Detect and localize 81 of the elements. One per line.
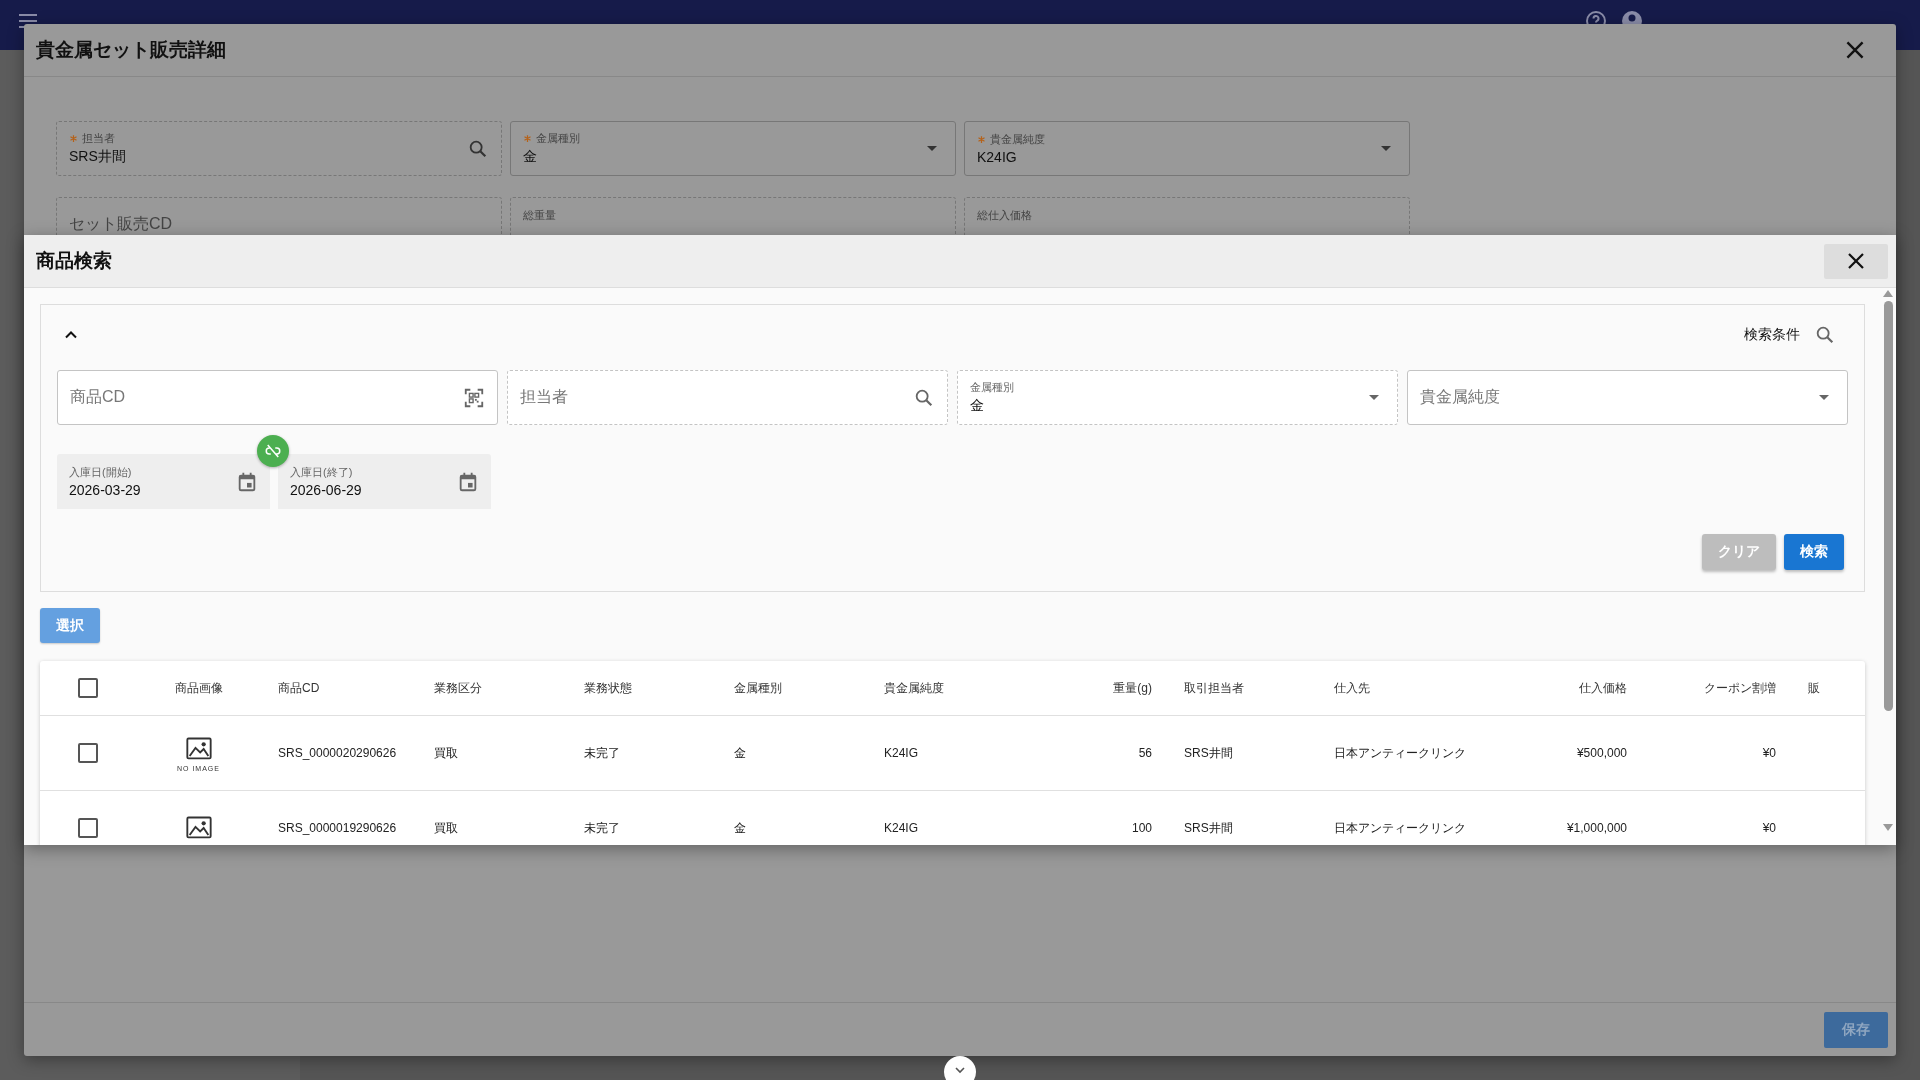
dialog-title: 商品検索 xyxy=(36,249,112,273)
select-field[interactable]: 金属種別 金 xyxy=(510,121,956,176)
table-cell: 100 xyxy=(1131,821,1152,835)
table-cell: 未完了 xyxy=(584,819,620,837)
column-header[interactable]: 業務状態 xyxy=(584,679,632,697)
table-cell: 金 xyxy=(734,819,746,837)
checkbox[interactable] xyxy=(77,743,98,763)
field-label: 金属種別 xyxy=(523,131,580,146)
checkbox[interactable] xyxy=(77,818,98,838)
search-icon[interactable] xyxy=(1814,324,1836,346)
broken-link-icon xyxy=(264,442,282,460)
field-label: 入庫日(終了) xyxy=(290,465,353,480)
field-value: 金 xyxy=(523,148,537,166)
dropdown-caret-icon xyxy=(1369,395,1379,400)
field-value: 2026-06-29 xyxy=(290,482,362,498)
field-value: K24IG xyxy=(977,149,1017,165)
table-cell: ¥0 xyxy=(1762,821,1776,835)
table-cell: 日本アンティークリンク xyxy=(1334,819,1466,837)
table-cell: 買取 xyxy=(434,744,458,762)
column-header[interactable]: 業務区分 xyxy=(434,679,482,697)
select-field[interactable]: 貴金属純度 xyxy=(1407,370,1848,425)
table-cell: K24IG xyxy=(884,746,919,760)
column-header[interactable]: 仕入価格 xyxy=(1579,679,1627,697)
column-header[interactable]: クーポン割増 xyxy=(1704,679,1776,697)
required-icon xyxy=(977,135,986,144)
table-cell: SRS_0000019290626 xyxy=(278,821,397,835)
column-header[interactable]: 重量(g) xyxy=(1113,679,1152,697)
required-icon xyxy=(69,134,78,143)
column-header[interactable]: 販 xyxy=(1808,679,1820,697)
calendar-icon[interactable] xyxy=(236,470,258,493)
column-header[interactable]: 取引担当者 xyxy=(1184,679,1244,697)
field-label: 金属種別 xyxy=(970,380,1014,395)
table-cell: K24IG xyxy=(884,821,919,835)
table-cell: 買取 xyxy=(434,819,458,837)
table-cell: ¥1,000,000 xyxy=(1566,821,1627,835)
panel-heading: 検索条件 xyxy=(1744,326,1800,344)
date-field[interactable]: 入庫日(開始) 2026-03-29 xyxy=(57,454,270,509)
dropdown-caret-icon xyxy=(1819,395,1829,400)
field-label: 総重量 xyxy=(523,208,556,223)
required-icon xyxy=(523,134,532,143)
field-label: 担当者 xyxy=(69,131,115,146)
column-header[interactable]: 商品CD xyxy=(278,679,320,697)
expand-handle[interactable] xyxy=(944,1056,976,1080)
placeholder-text: 貴金属純度 xyxy=(1420,387,1500,407)
column-header[interactable]: 貴金属純度 xyxy=(884,679,944,697)
field-label: 貴金属純度 xyxy=(977,132,1045,147)
placeholder-text: 商品CD xyxy=(70,387,126,407)
dropdown-caret-icon xyxy=(927,146,937,151)
dialog-title: 貴金属セット販売詳細 xyxy=(36,38,226,62)
select-field[interactable]: 金属種別 金 xyxy=(957,370,1398,425)
date-field[interactable]: 入庫日(終了) 2026-06-29 xyxy=(278,454,491,509)
column-header[interactable]: 金属種別 xyxy=(734,679,782,697)
code-input-field[interactable]: 商品CD xyxy=(57,370,498,425)
search-button[interactable]: 検索 xyxy=(1784,534,1844,570)
table-cell: ¥500,000 xyxy=(1576,746,1627,760)
field-value: 金 xyxy=(970,397,984,415)
scan-icon xyxy=(463,386,485,409)
field-value: 2026-03-29 xyxy=(69,482,141,498)
table-cell: SRS井間 xyxy=(1184,744,1233,762)
table-cell: 金 xyxy=(734,744,746,762)
table-cell: 56 xyxy=(1138,746,1152,760)
dropdown-caret-icon xyxy=(1381,146,1391,151)
placeholder-text: セット販売CD xyxy=(69,214,173,234)
search-field[interactable]: 担当者 xyxy=(507,370,948,425)
column-header[interactable]: 仕入先 xyxy=(1334,679,1370,697)
select-field[interactable]: 貴金属純度 K24IG xyxy=(964,121,1410,176)
field-label: 入庫日(開始) xyxy=(69,465,132,480)
table-cell: ¥0 xyxy=(1762,746,1776,760)
unlink-toggle[interactable] xyxy=(257,435,289,467)
close-button[interactable] xyxy=(1824,243,1888,279)
table-cell: SRS_0000020290626 xyxy=(278,746,397,760)
column-header[interactable]: 商品画像 xyxy=(174,679,223,697)
table-cell: 未完了 xyxy=(584,744,620,762)
search-field[interactable]: 担当者 SRS井間 xyxy=(56,121,502,176)
table-cell: SRS井間 xyxy=(1184,819,1233,837)
field-value: SRS井間 xyxy=(69,148,126,166)
checkbox[interactable] xyxy=(77,678,98,698)
calendar-icon[interactable] xyxy=(457,470,479,493)
table-cell: 日本アンティークリンク xyxy=(1334,744,1466,762)
placeholder-text: 担当者 xyxy=(520,387,568,407)
field-label: 総仕入価格 xyxy=(977,208,1032,223)
